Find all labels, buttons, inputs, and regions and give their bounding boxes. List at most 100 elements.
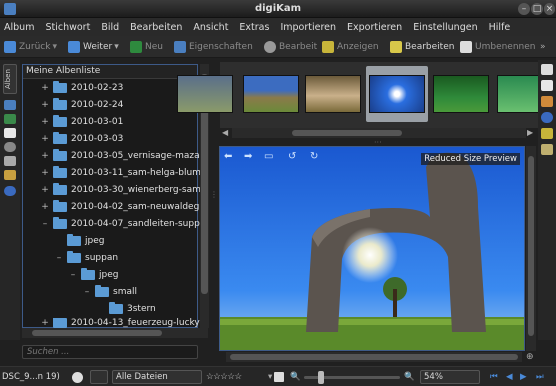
expander-icon[interactable]: –: [41, 219, 49, 229]
menu-importieren[interactable]: Importieren: [280, 22, 336, 33]
zoom-to-fit-icon[interactable]: [274, 370, 284, 384]
image-preview[interactable]: ⬅ ➡ ▭ ↺ ↻ Reduced Size Preview: [219, 146, 525, 351]
rotate-right-icon[interactable]: ↻: [310, 151, 318, 162]
mime-filter-select[interactable]: Alle Dateien: [112, 370, 202, 384]
edit-album-button[interactable]: Bearbeit: [264, 39, 317, 55]
properties-icon[interactable]: [541, 64, 553, 75]
expander-icon[interactable]: +: [41, 100, 49, 110]
menu-album[interactable]: Album: [4, 22, 34, 33]
rating-filter-stars[interactable]: ☆☆☆☆☆: [206, 370, 242, 384]
back-button[interactable]: Zurück ▾: [4, 39, 57, 55]
first-image-icon[interactable]: ⏮: [490, 370, 498, 384]
next-icon[interactable]: ➡: [244, 151, 252, 162]
thumbnail[interactable]: [240, 66, 302, 122]
album-item[interactable]: +2010-03-01: [41, 115, 123, 129]
expander-icon[interactable]: +: [41, 202, 49, 212]
scrollbar-thumb[interactable]: [528, 156, 534, 336]
album-item[interactable]: – jpeg: [69, 268, 118, 282]
date-icon[interactable]: [4, 100, 16, 110]
album-tree-horizontal-scrollbar[interactable]: [22, 328, 208, 338]
expander-icon[interactable]: +: [41, 168, 49, 178]
menu-bild[interactable]: Bild: [101, 22, 119, 33]
thumbnail[interactable]: [174, 66, 236, 122]
album-item[interactable]: – small: [83, 285, 137, 299]
expander-icon[interactable]: +: [41, 83, 49, 93]
fuzzy-search-icon[interactable]: [4, 170, 16, 180]
menu-stichwort[interactable]: Stichwort: [45, 22, 90, 33]
expander-icon[interactable]: +: [41, 185, 49, 195]
captions-icon[interactable]: [541, 128, 553, 139]
show-button[interactable]: Anzeigen: [322, 39, 379, 55]
last-image-icon[interactable]: ⏭: [536, 370, 544, 384]
edit-image-button[interactable]: Bearbeiten: [390, 39, 454, 55]
zoom-level-select[interactable]: 54%: [420, 370, 480, 384]
toolbar-overflow-icon[interactable]: »: [540, 39, 546, 55]
expander-icon[interactable]: –: [83, 287, 91, 297]
navigator-icon[interactable]: ⊕: [526, 352, 534, 362]
colors-icon[interactable]: [541, 96, 553, 107]
scrollbar-thumb[interactable]: [32, 330, 162, 336]
album-item[interactable]: +2010-02-23: [41, 81, 123, 95]
album-item[interactable]: +2010-03-30_wienerberg-sam: [41, 183, 201, 197]
properties-button[interactable]: Eigenschaften: [174, 39, 253, 55]
tags-icon[interactable]: [4, 128, 16, 138]
maximize-icon[interactable]: □: [531, 3, 543, 15]
menu-bearbeiten[interactable]: Bearbeiten: [130, 22, 182, 33]
forward-button[interactable]: Weiter ▾: [68, 39, 119, 55]
album-item[interactable]: +2010-03-03: [41, 132, 123, 146]
album-item[interactable]: +2010-04-13_feuerzeug-lucky: [41, 318, 200, 328]
rename-button[interactable]: Umbenennen: [460, 39, 536, 55]
album-item[interactable]: +2010-03-11_sam-helga-blum: [41, 166, 201, 180]
zoom-in-icon[interactable]: 🔍: [404, 370, 415, 384]
preview-vertical-scrollbar[interactable]: [526, 146, 536, 351]
zoom-slider-handle[interactable]: [318, 370, 324, 384]
expander-icon[interactable]: +: [41, 318, 49, 328]
album-item[interactable]: jpeg: [55, 234, 104, 248]
album-search-input[interactable]: Suchen ...: [22, 345, 198, 359]
expander-icon[interactable]: +: [41, 151, 49, 161]
zoom-fit-icon[interactable]: ▭: [264, 151, 273, 162]
thumb-scroll-left-icon[interactable]: ◀: [222, 128, 228, 137]
expander-icon[interactable]: +: [41, 117, 49, 127]
globe-icon[interactable]: [4, 186, 16, 196]
calendar-icon[interactable]: [4, 114, 16, 124]
album-item[interactable]: – 2010-04-07_sandleiten-supp: [41, 217, 200, 231]
menu-ansicht[interactable]: Ansicht: [193, 22, 228, 33]
menu-extras[interactable]: Extras: [239, 22, 269, 33]
album-item[interactable]: – suppan: [55, 251, 118, 265]
expander-icon[interactable]: +: [41, 134, 49, 144]
close-icon[interactable]: ×: [544, 3, 555, 15]
timeline-icon[interactable]: [4, 156, 16, 166]
search-icon[interactable]: [4, 142, 16, 152]
previous-image-icon[interactable]: ◀: [506, 370, 513, 384]
expander-icon[interactable]: –: [69, 270, 77, 280]
thumbnail-selected[interactable]: [366, 66, 428, 122]
zoom-step-icon[interactable]: ▾: [268, 370, 272, 384]
next-image-icon[interactable]: ▶: [520, 370, 527, 384]
thumbnail[interactable]: [430, 66, 492, 122]
metadata-icon[interactable]: [541, 80, 553, 91]
album-item[interactable]: 3stern: [97, 302, 156, 316]
zoom-slider[interactable]: [304, 370, 400, 384]
scrollbar-thumb[interactable]: [292, 130, 402, 136]
album-item[interactable]: +2010-02-24: [41, 98, 123, 112]
thumbnail-horizontal-scrollbar[interactable]: [232, 128, 526, 138]
menu-hilfe[interactable]: Hilfe: [489, 22, 511, 33]
thumbnail[interactable]: [302, 66, 364, 122]
splitter-handle[interactable]: ⋮: [210, 190, 218, 199]
tab-albums[interactable]: Alben: [3, 64, 17, 94]
menu-einstellungen[interactable]: Einstellungen: [413, 22, 477, 33]
text-filter-input[interactable]: [90, 370, 108, 384]
expander-icon[interactable]: –: [55, 253, 63, 263]
scrollbar-thumb[interactable]: [230, 354, 518, 360]
album-item[interactable]: +2010-04-02_sam-neuwaldeg: [41, 200, 199, 214]
geolocation-icon[interactable]: [541, 112, 553, 123]
preview-horizontal-scrollbar[interactable]: [226, 352, 522, 362]
zoom-out-icon[interactable]: 🔍: [290, 370, 301, 384]
rotate-left-icon[interactable]: ↺: [288, 151, 296, 162]
minimize-icon[interactable]: –: [518, 3, 530, 15]
thumb-scroll-right-icon[interactable]: ▶: [527, 128, 533, 137]
versions-icon[interactable]: [541, 144, 553, 155]
previous-icon[interactable]: ⬅: [224, 151, 232, 162]
album-item[interactable]: +2010-03-05_vernisage-mazal: [41, 149, 202, 163]
